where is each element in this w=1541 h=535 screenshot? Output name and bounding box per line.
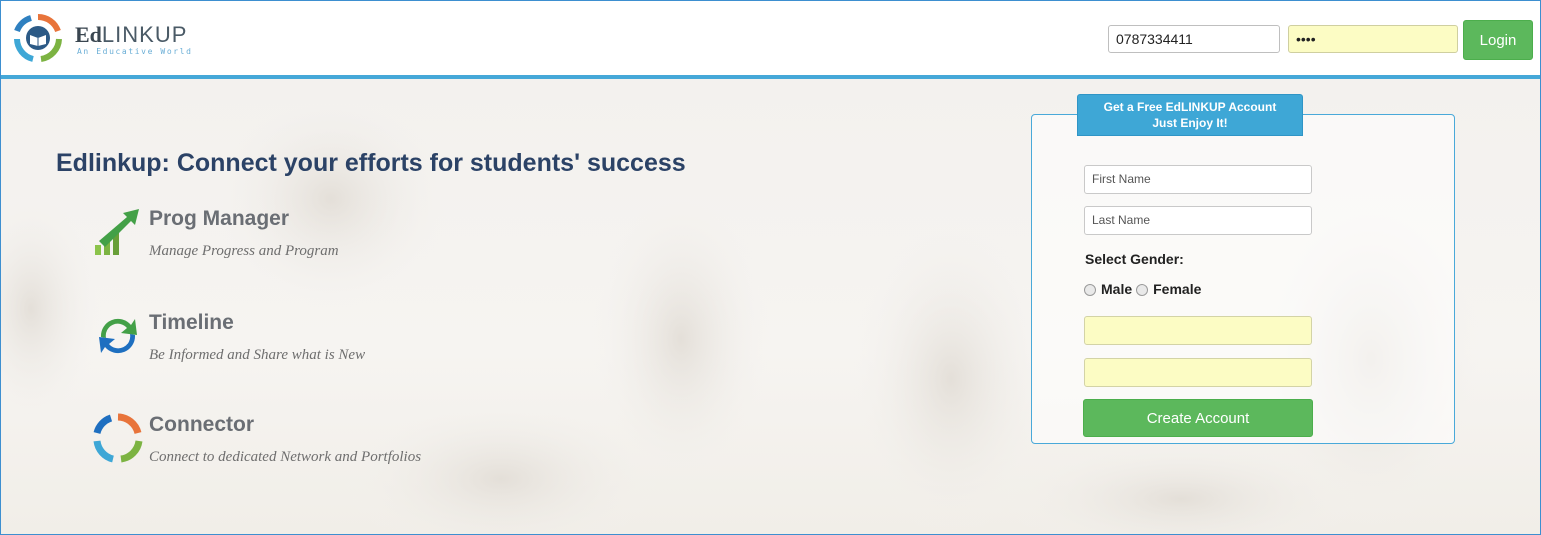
signup-email-input[interactable] [1084,316,1312,345]
signup-badge-line2: Just Enjoy It! [1152,116,1228,130]
feature-description: Manage Progress and Program [149,243,339,259]
gender-label: Select Gender: [1085,251,1184,267]
hero-headline: Edlinkup: Connect your efforts for stude… [56,149,686,177]
circular-arrows-icon [93,413,143,463]
logo-tagline: An Educative World [77,47,193,56]
gender-radio-group: Male Female [1084,280,1205,298]
feature-title: Timeline [149,311,234,334]
refresh-cycle-icon [99,318,137,354]
hero-section: Edlinkup: Connect your efforts for stude… [1,79,1540,534]
feature-title: Connector [149,413,254,436]
login-button[interactable]: Login [1463,20,1533,60]
brand-logo[interactable]: EdLINKUP An Educative World [11,13,211,63]
logo-wordmark: EdLINKUP [75,22,188,47]
signup-panel [1031,114,1455,444]
feature-connector: Connector Connect to dedicated Network a… [93,413,593,483]
login-username-input[interactable]: 0787334411 [1108,25,1280,53]
female-radio-label[interactable]: Female [1153,281,1201,297]
page-frame: EdLINKUP An Educative World 0787334411 •… [0,0,1541,535]
female-radio[interactable] [1136,284,1149,296]
feature-description: Be Informed and Share what is New [149,347,366,363]
last-name-input[interactable]: Last Name [1084,206,1312,235]
signup-badge-line1: Get a Free EdLINKUP Account [1103,100,1277,114]
signup-password-input[interactable] [1084,358,1312,387]
feature-timeline: Timeline Be Informed and Share what is N… [93,311,593,381]
top-header: EdLINKUP An Educative World 0787334411 •… [1,1,1540,79]
growth-chart-arrow-icon [95,209,139,255]
signup-badge: Get a Free EdLINKUP Account Just Enjoy I… [1077,94,1303,136]
create-account-button[interactable]: Create Account [1083,399,1313,437]
male-radio[interactable] [1084,284,1096,296]
feature-prog-manager: Prog Manager Manage Progress and Program [93,207,593,277]
feature-title: Prog Manager [149,207,290,230]
first-name-input[interactable]: First Name [1084,165,1312,194]
male-radio-label[interactable]: Male [1101,281,1132,297]
feature-description: Connect to dedicated Network and Portfol… [149,449,422,465]
logo-icon [14,13,62,62]
login-password-input[interactable]: •••• [1288,25,1458,53]
